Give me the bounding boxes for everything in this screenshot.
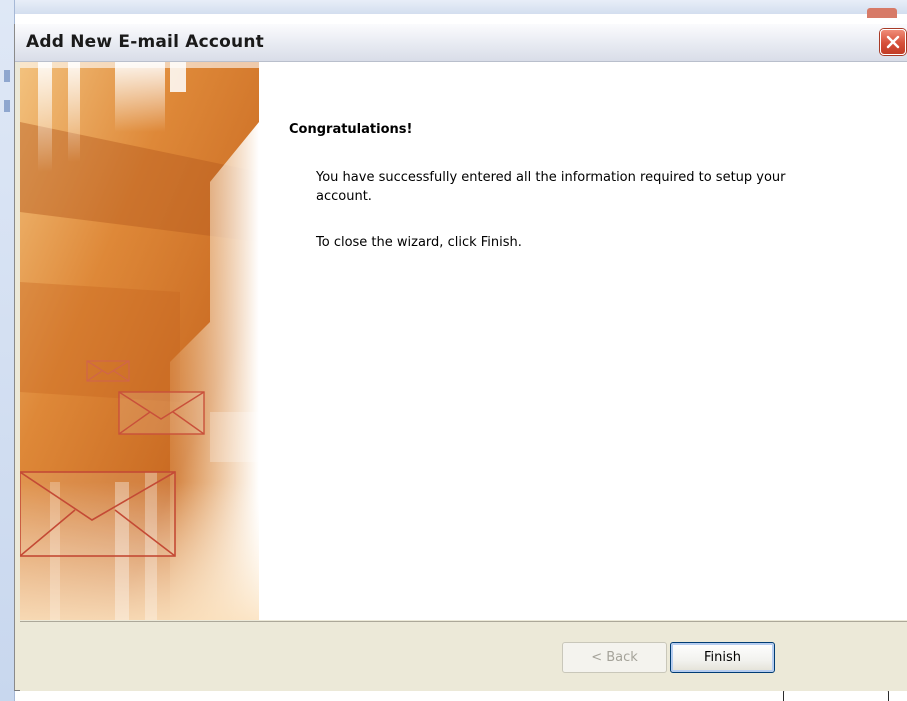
congratulations-heading: Congratulations! — [289, 122, 413, 137]
screen: Add New E-mail Account Congratulations! … — [0, 0, 907, 701]
wizard-side-banner — [20, 62, 259, 620]
finish-button[interactable]: Finish — [670, 642, 775, 673]
background-app-edge — [0, 0, 15, 701]
success-message: You have successfully entered all the in… — [316, 170, 786, 204]
envelope-icon — [20, 471, 176, 557]
envelope-icon — [118, 391, 205, 435]
background-app-titlebar — [0, 0, 907, 18]
wizard-banner-art — [20, 62, 259, 620]
add-email-account-dialog: Add New E-mail Account Congratulations! … — [14, 24, 907, 691]
dialog-footer: < Back Finish — [20, 621, 907, 691]
close-instruction: To close the wizard, click Finish. — [316, 235, 522, 250]
dialog-titlebar[interactable]: Add New E-mail Account — [15, 24, 907, 62]
back-button[interactable]: < Back — [562, 642, 667, 673]
close-icon — [886, 35, 900, 49]
dialog-title: Add New E-mail Account — [26, 32, 264, 52]
wizard-content: Congratulations! You have successfully e… — [259, 62, 907, 620]
dialog-body: Congratulations! You have successfully e… — [20, 62, 907, 620]
background-toolbar-icon — [4, 100, 10, 112]
background-close-icon — [867, 8, 897, 18]
background-toolbar-icon — [4, 70, 10, 82]
close-button[interactable] — [880, 29, 906, 55]
